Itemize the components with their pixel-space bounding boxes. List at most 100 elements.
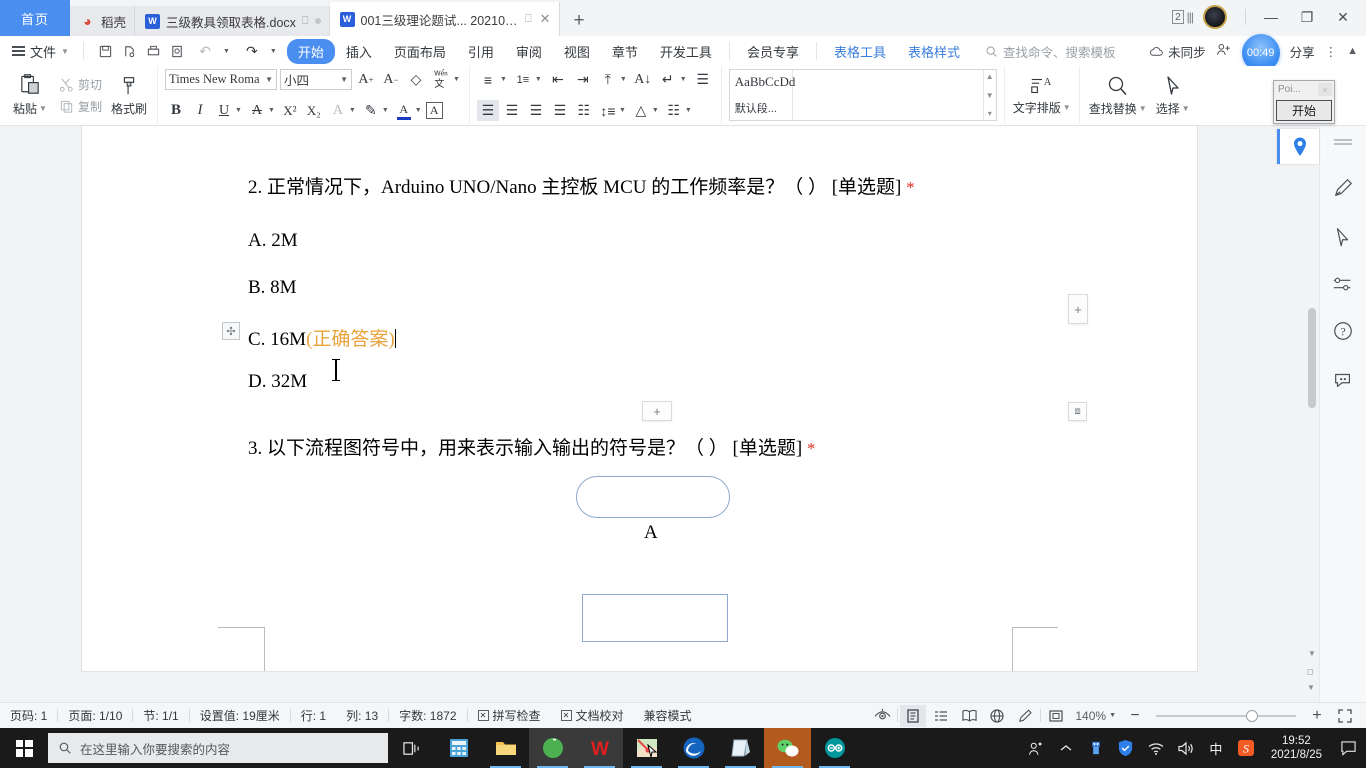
document-canvas[interactable]: 2. 正常情况下，Arduino UNO/Nano 主控板 MCU 的工作频率是… [0,126,1366,702]
bullet-list-icon[interactable]: ≡ [477,69,499,90]
numbered-list-icon[interactable]: 1≡ [512,69,534,90]
underline-button[interactable]: U [213,100,235,121]
print-preview-icon[interactable] [122,44,137,59]
status-compatibility-mode[interactable]: 兼容模式 [634,707,702,724]
file-menu-button[interactable]: 文件 ▼ [0,42,77,61]
font-color-chevron-down-icon[interactable]: ▼ [415,107,422,114]
action-center-icon[interactable] [1334,728,1362,768]
text-layout-button[interactable]: A 文字排版 ▼ [1012,75,1072,116]
marks-chevron-down-icon[interactable]: ▼ [680,76,687,83]
decrease-font-size-icon[interactable]: A − [380,69,402,90]
show-formatting-marks-icon[interactable]: ↵ [657,69,679,90]
undo-icon[interactable]: ↶ [194,41,216,62]
character-shading-button[interactable]: A [425,102,443,119]
task-view-icon[interactable] [388,728,435,768]
minimize-button[interactable]: — [1254,2,1288,32]
text-highlight-icon[interactable]: ✎ [360,100,382,121]
status-proofread[interactable]: ✕ 文档校对 [551,707,634,724]
show-hidden-icons-icon[interactable] [1053,728,1079,768]
popup-start-button[interactable]: 开始 [1276,100,1332,121]
window-count-badge[interactable]: 2 [1172,10,1184,24]
table-insert-column-button[interactable]: + [1068,294,1088,324]
help-icon[interactable]: ? [1332,320,1354,347]
wechat-icon[interactable] [764,728,811,768]
menu-lines-icon[interactable] [1332,136,1354,155]
people-icon[interactable] [1023,728,1049,768]
flowchart-terminator-shape[interactable] [576,476,730,518]
command-search[interactable]: 查找命令、搜索模板 [985,42,1116,61]
borders-chevron-down-icon[interactable]: ▼ [685,107,692,114]
char-border-chevron-down-icon[interactable]: ▼ [349,107,356,114]
status-line[interactable]: 行: 1 [291,707,336,724]
wps-office-icon[interactable]: W [576,728,623,768]
tab-screen-icon[interactable]: ⎕ [525,13,532,26]
shading-chevron-down-icon[interactable]: ▼ [652,107,659,114]
line-spacing-chevron-down-icon[interactable]: ▼ [619,107,626,114]
table-move-handle[interactable]: ✣ [222,322,240,340]
more-options-icon[interactable]: ⋮ [1325,44,1338,59]
flowchart-process-shape[interactable] [582,594,728,642]
status-setting-value[interactable]: 设置值: 19厘米 [190,707,290,724]
calculator-icon[interactable] [435,728,482,768]
close-button[interactable]: ✕ [1326,2,1360,32]
close-icon[interactable]: × [1318,83,1332,96]
expand-gallery-icon[interactable]: ▾ [988,109,992,118]
feedback-icon[interactable] [1332,369,1354,396]
zoom-level[interactable]: 140% ▼ [1071,709,1120,723]
pen-icon[interactable] [1332,177,1354,204]
clear-formatting-icon[interactable]: ◇ [405,69,427,90]
line-spacing-icon[interactable]: ↕≡ [597,100,619,121]
ribbon-tab-member[interactable]: 会员专享 [736,39,810,64]
usb-icon[interactable] [1083,728,1109,768]
paragraph-shading-icon[interactable]: △ [630,100,652,121]
align-right-icon[interactable]: ☰ [525,100,547,121]
taskbar-search-input[interactable]: 在这里输入你要搜索的内容 [48,733,388,763]
window-list-icon[interactable]: ||| [1187,10,1194,24]
layout-chevron-down-icon[interactable]: ▼ [620,76,627,83]
page-view-icon[interactable] [900,704,927,727]
ruler-icon[interactable]: ☰ [692,69,714,90]
checkbox-icon[interactable]: ✕ [560,710,572,721]
ribbon-tab-section[interactable]: 章节 [601,39,649,64]
style-gallery-scroll[interactable]: ▲ ▼ ▾ [982,70,996,120]
location-indicator[interactable] [1277,129,1319,164]
bullets-chevron-down-icon[interactable]: ▼ [500,76,507,83]
select-button[interactable]: 选择 ▼ [1149,74,1197,117]
copy-button[interactable]: 复制 [59,98,102,115]
decrease-indent-icon[interactable]: ⇤ [547,69,569,90]
scroll-down-icon[interactable]: ▼ [1308,649,1316,658]
scroll-page-down-icon[interactable]: ◻ [1307,667,1314,676]
web-view-icon[interactable] [984,705,1010,727]
superscript-button[interactable]: X² [279,100,301,121]
scrollbar-thumb[interactable] [1308,308,1316,408]
status-column[interactable]: 列: 13 [336,707,388,724]
security-shield-icon[interactable] [1113,728,1139,768]
table-resize-handle[interactable]: ⧈ [1068,402,1087,421]
save-icon[interactable] [98,44,113,59]
fullscreen-icon[interactable] [1332,705,1358,727]
markup-pen-icon[interactable] [1012,705,1038,727]
maximize-button[interactable]: ❐ [1290,2,1324,32]
undo-chevron-down-icon[interactable]: ▼ [223,48,230,55]
highlight-chevron-down-icon[interactable]: ▼ [382,107,389,114]
scroll-next-page-icon[interactable]: ▼ [1307,683,1315,692]
character-border-button[interactable]: A [327,100,349,121]
increase-font-size-icon[interactable]: A + [355,69,377,90]
borders-icon[interactable]: ☷ [663,100,685,121]
invite-collaborator-icon[interactable] [1216,42,1232,60]
arduino-icon[interactable] [811,728,858,768]
italic-button[interactable]: I [189,100,211,121]
sync-status[interactable]: 未同步 [1149,42,1206,61]
avatar[interactable] [1203,5,1227,29]
tab-screen-icon[interactable]: ⎕ [302,15,309,28]
sogou-input-icon[interactable]: S [1233,728,1259,768]
redo-icon[interactable]: ↷ [241,41,263,62]
outline-view-icon[interactable] [928,705,954,727]
volume-icon[interactable] [1173,728,1199,768]
paste-button[interactable]: 粘贴 ▼ [7,73,53,117]
strikethrough-icon[interactable]: A [246,100,268,121]
numbering-chevron-down-icon[interactable]: ▼ [535,76,542,83]
windows-start-icon[interactable] [0,728,48,768]
ime-icon[interactable]: 中 [1203,728,1229,768]
underline-chevron-down-icon[interactable]: ▼ [235,107,242,114]
